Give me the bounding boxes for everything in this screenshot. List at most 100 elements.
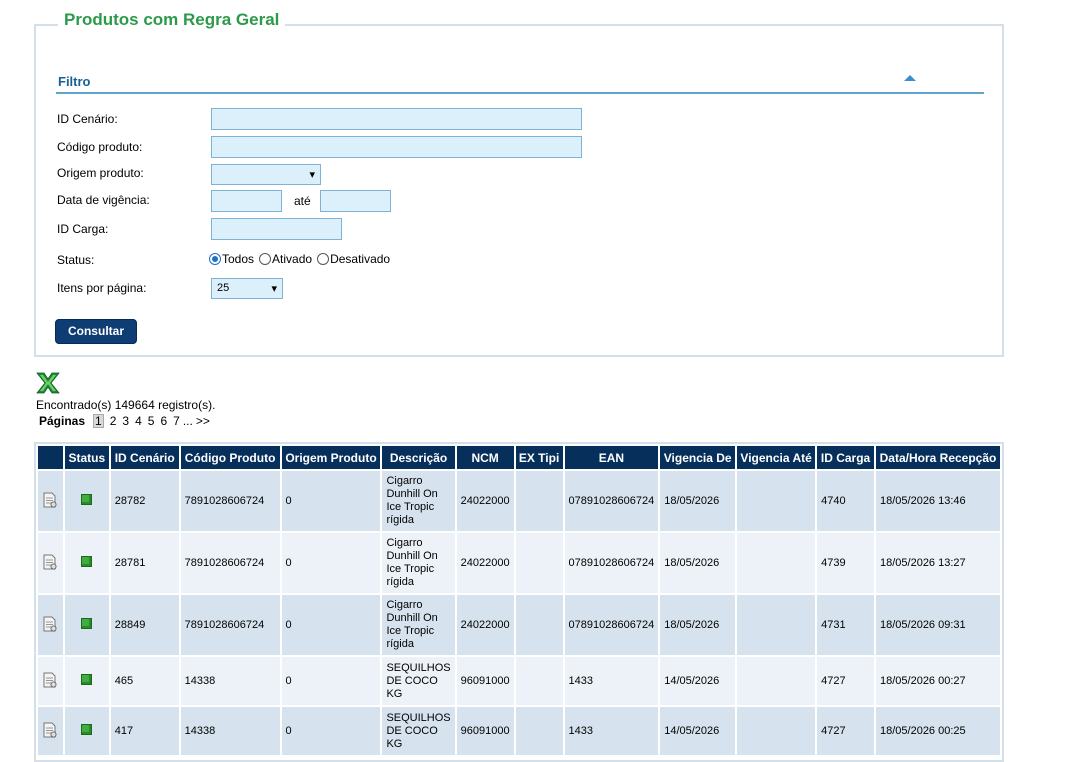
descricao-line: DE COCO <box>386 674 438 687</box>
chevron-down-icon: ▾ <box>271 283 277 295</box>
row-recepcao: 18/05/2026 13:46 <box>876 471 1000 531</box>
row-codigo-produto: 7891028606724 <box>180 533 280 593</box>
row-action-cell <box>38 707 63 755</box>
col-header-descricao[interactable]: Descrição <box>382 446 455 469</box>
table-row: 28849 7891028606724 0 Cigarro Dunhill On Ice … <box>38 595 1000 655</box>
document-view-icon[interactable] <box>43 554 57 570</box>
data-vigencia-ate-input[interactable] <box>320 190 391 212</box>
ate-label: até <box>294 194 311 208</box>
page-link-1[interactable]: 1 <box>93 414 104 428</box>
status-label: Status: <box>57 253 95 267</box>
id-carga-input[interactable] <box>211 218 342 240</box>
row-vigencia-de: 14/05/2026 <box>660 707 736 755</box>
row-action-cell <box>38 471 63 531</box>
table-row: 465 14338 0 SEQUILHOS DE COCO KG 96091000 1433 1… <box>38 657 1000 705</box>
row-descricao: Cigarro Dunhill On Ice Tropic rígida <box>382 471 455 531</box>
page-link-2[interactable]: 2 <box>110 414 117 428</box>
row-vigencia-de: 18/05/2026 <box>660 595 736 655</box>
page-link-5[interactable]: 5 <box>148 414 155 428</box>
page-link-4[interactable]: 4 <box>135 414 142 428</box>
row-id-cenario: 28849 <box>110 595 179 655</box>
row-descricao: SEQUILHOS DE COCO KG <box>382 707 455 755</box>
page-link-7[interactable]: 7 <box>173 414 180 428</box>
row-status-cell <box>64 471 109 531</box>
results-table: Status ID Cenário Código Produto Origem … <box>36 444 1002 757</box>
excel-export-icon[interactable] <box>36 372 60 394</box>
row-vigencia-ate <box>737 595 816 655</box>
row-id-carga: 4739 <box>817 533 874 593</box>
table-row: 28782 7891028606724 0 Cigarro Dunhill On Ice … <box>38 471 1000 531</box>
descricao-line: rígida <box>386 638 414 650</box>
data-vigencia-de-input[interactable] <box>211 190 282 212</box>
col-header-ncm[interactable]: NCM <box>456 446 514 469</box>
col-header-vigencia-ate[interactable]: Vigencia Até <box>737 446 816 469</box>
status-todos-radio[interactable] <box>209 253 221 265</box>
col-header-codigo-produto[interactable]: Código Produto <box>180 446 280 469</box>
codigo-produto-label: Código produto: <box>57 140 143 154</box>
row-ncm: 24022000 <box>456 595 514 655</box>
row-codigo-produto: 7891028606724 <box>180 471 280 531</box>
row-ex-tipi <box>515 471 563 531</box>
chevron-down-icon: ▾ <box>309 169 315 181</box>
panel-title: Produtos com Regra Geral <box>58 10 286 30</box>
row-recepcao: 18/05/2026 00:27 <box>876 657 1000 705</box>
row-status-cell <box>64 533 109 593</box>
descricao-line: Cigarro <box>386 537 423 549</box>
status-ativado-radio[interactable] <box>259 253 272 265</box>
row-descricao: Cigarro Dunhill On Ice Tropic rígida <box>382 595 455 655</box>
pagination-label: Páginas <box>39 414 86 428</box>
descricao-line: SEQUILHOS <box>386 661 451 674</box>
id-carga-label: ID Carga: <box>57 222 109 236</box>
document-view-icon[interactable] <box>43 492 57 508</box>
row-codigo-produto: 7891028606724 <box>180 595 280 655</box>
row-ex-tipi <box>515 707 563 755</box>
row-recepcao: 18/05/2026 13:27 <box>876 533 1000 593</box>
origem-produto-select[interactable]: ▾ <box>211 164 321 185</box>
descricao-line: Dunhill On <box>386 550 438 562</box>
document-view-icon[interactable] <box>43 722 57 738</box>
itens-por-pagina-label: Itens por página: <box>57 281 147 295</box>
document-view-icon[interactable] <box>43 616 57 632</box>
page-link-6[interactable]: 6 <box>160 414 167 428</box>
page-link-3[interactable]: 3 <box>122 414 129 428</box>
col-header-vigencia-de[interactable]: Vigencia De <box>660 446 736 469</box>
row-id-carga: 4727 <box>817 657 874 705</box>
row-vigencia-ate <box>737 533 816 593</box>
next-pages-link[interactable]: >> <box>196 414 210 428</box>
status-desativado-radio[interactable] <box>317 253 330 265</box>
col-header-ex-tipi[interactable]: EX Tipi <box>515 446 563 469</box>
descricao-line: Dunhill On <box>386 612 438 624</box>
row-origem-produto: 0 <box>281 595 381 655</box>
status-active-icon <box>81 618 93 629</box>
table-header-row: Status ID Cenário Código Produto Origem … <box>38 446 1000 469</box>
row-id-cenario: 28782 <box>110 471 179 531</box>
collapse-arrow-icon[interactable] <box>904 75 916 81</box>
row-ncm: 24022000 <box>456 533 514 593</box>
col-header-id-carga[interactable]: ID Carga <box>817 446 874 469</box>
row-id-cenario: 417 <box>110 707 179 755</box>
codigo-produto-input[interactable] <box>211 136 582 158</box>
row-ean: 1433 <box>564 707 659 755</box>
document-view-icon[interactable] <box>43 672 57 688</box>
page-ellipsis: ... <box>182 414 193 428</box>
col-header-ean[interactable]: EAN <box>564 446 659 469</box>
status-active-icon <box>81 556 93 567</box>
col-header-origem-produto[interactable]: Origem Produto <box>281 446 381 469</box>
descricao-line: rígida <box>386 514 414 526</box>
col-header-actions <box>38 446 63 469</box>
row-ncm: 24022000 <box>456 471 514 531</box>
col-header-recepcao[interactable]: Data/Hora Recepção <box>876 446 1000 469</box>
row-recepcao: 18/05/2026 09:31 <box>876 595 1000 655</box>
row-ex-tipi <box>515 533 563 593</box>
row-status-cell <box>64 657 109 705</box>
row-ex-tipi <box>515 595 563 655</box>
col-header-status[interactable]: Status <box>64 446 109 469</box>
records-found-text: Encontrado(s) 149664 registro(s). <box>36 398 216 412</box>
col-header-id-cenario[interactable]: ID Cenário <box>110 446 179 469</box>
row-vigencia-de: 14/05/2026 <box>660 657 736 705</box>
id-cenario-input[interactable] <box>211 108 582 130</box>
consultar-button[interactable]: Consultar <box>55 319 137 344</box>
status-active-icon <box>81 494 93 505</box>
itens-por-pagina-select[interactable]: 25 ▾ <box>211 278 283 299</box>
origem-produto-label: Origem produto: <box>57 166 144 180</box>
